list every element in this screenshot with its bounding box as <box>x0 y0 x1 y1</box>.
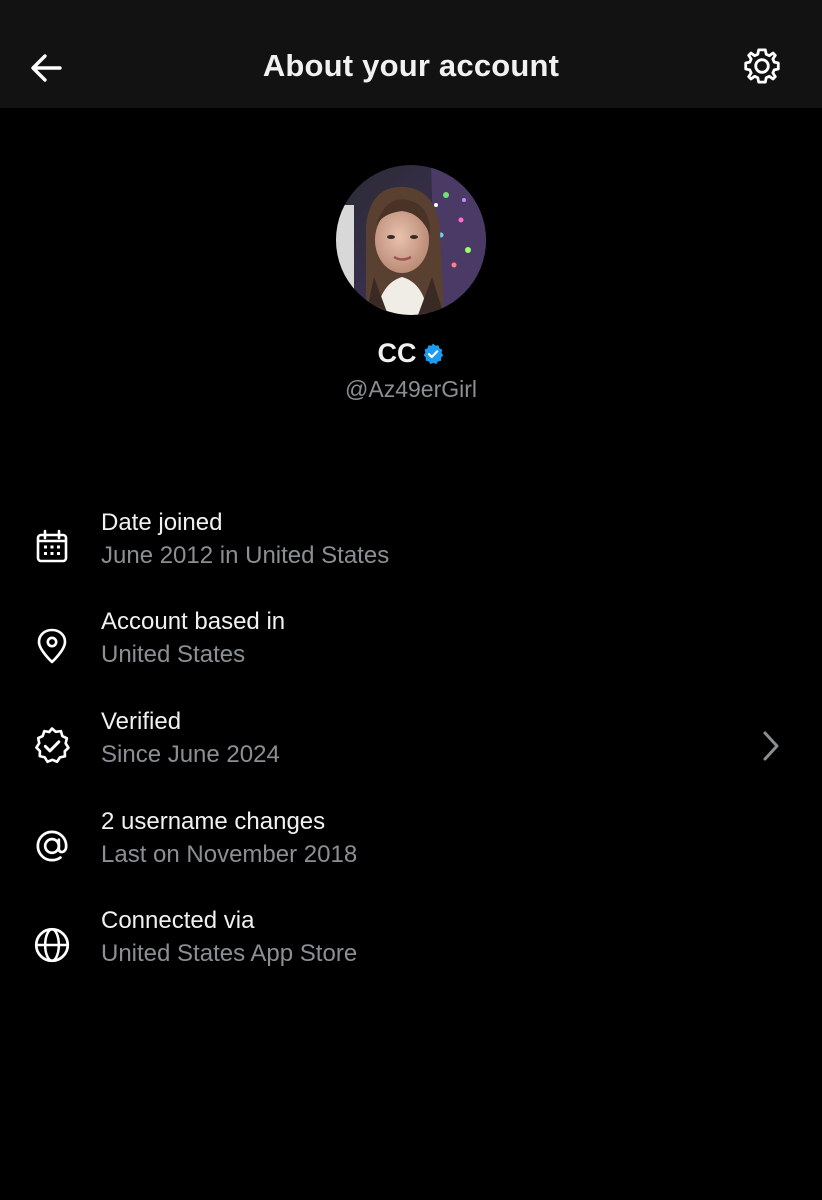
calendar-icon <box>28 523 76 571</box>
info-title: Verified <box>101 708 182 735</box>
info-row-date-joined: Date joined June 2012 in United States <box>0 509 822 589</box>
info-subtitle: Last on November 2018 <box>101 841 358 868</box>
gear-icon <box>744 48 780 84</box>
info-title: Connected via <box>101 907 255 934</box>
globe-icon <box>28 921 76 969</box>
location-pin-icon <box>28 622 76 670</box>
display-name: CC <box>377 338 417 368</box>
info-title: Account based in <box>101 608 286 635</box>
info-row-username-changes: 2 username changes Last on November 2018 <box>0 808 822 888</box>
name-row: CC <box>0 338 822 369</box>
top-bar: About your account <box>0 0 822 108</box>
verified-badge-icon <box>423 343 443 364</box>
info-row-account-based-in: Account based in United States <box>0 608 822 688</box>
info-subtitle: June 2012 in United States <box>101 542 390 569</box>
info-row-verified[interactable]: Verified Since June 2024 <box>0 708 822 788</box>
settings-button[interactable] <box>738 42 786 90</box>
page-title: About your account <box>262 48 560 83</box>
username-handle: @Az49erGirl <box>345 376 477 402</box>
info-title: 2 username changes <box>101 808 326 835</box>
avatar[interactable] <box>336 165 486 315</box>
at-sign-icon <box>28 822 76 870</box>
info-subtitle: United States <box>101 641 246 668</box>
info-row-connected-via: Connected via United States App Store <box>0 907 822 987</box>
verified-check-icon <box>28 722 76 770</box>
info-subtitle: United States App Store <box>101 940 358 967</box>
info-subtitle: Since June 2024 <box>101 741 280 768</box>
chevron-right-icon <box>752 726 788 766</box>
profile-photo <box>336 165 486 315</box>
info-title: Date joined <box>101 509 223 536</box>
